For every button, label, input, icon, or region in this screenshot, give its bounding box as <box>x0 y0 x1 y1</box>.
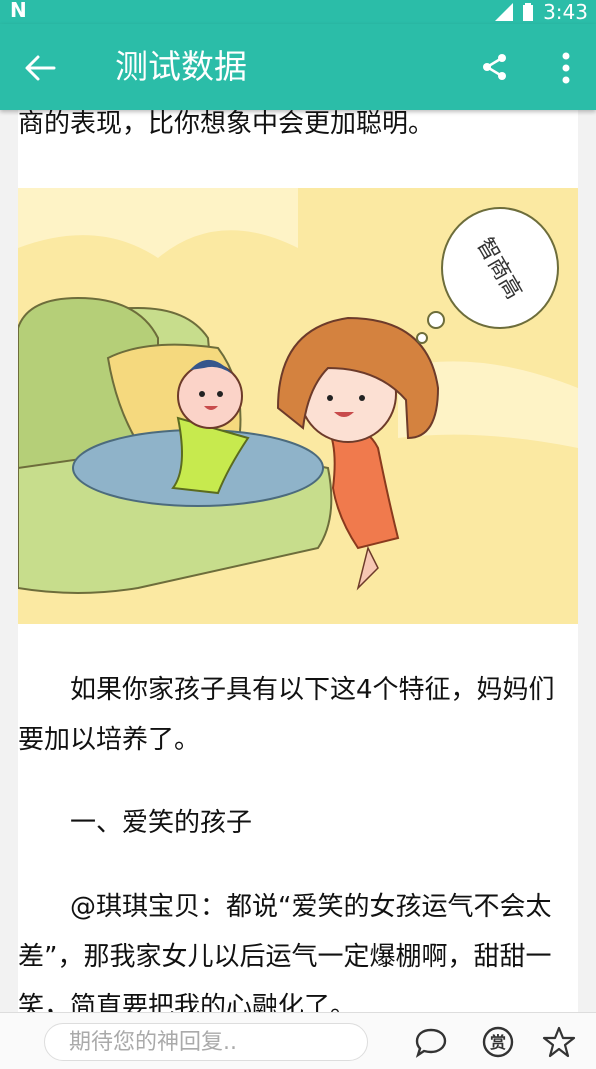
page-title: 测试数据 <box>115 47 247 86</box>
bottom-bar: 期待您的神回复.. 赏 <box>0 1012 596 1069</box>
reply-input[interactable]: 期待您的神回复.. <box>44 1023 368 1061</box>
article-paragraph: 如果你家孩子具有以下这4个特征，妈妈们要加以培养了。 <box>18 675 555 755</box>
article-illustration: 智商高 <box>18 188 578 624</box>
app-bar: 测试数据 <box>0 24 596 110</box>
reward-icon[interactable]: 赏 <box>481 1025 515 1059</box>
clock: 3:43 <box>543 0 588 24</box>
article-paragraph: 商的表现，比你想象中会更加聪明。 <box>18 110 435 139</box>
favorite-star-icon[interactable] <box>542 1025 576 1059</box>
back-arrow-icon[interactable] <box>22 50 58 86</box>
share-icon[interactable] <box>480 52 510 82</box>
article-content[interactable]: 商的表现，比你想象中会更加聪明。 智商高 如果你家孩子具有以下这4个特征，妈妈们… <box>18 110 578 1012</box>
notification-n-icon: N <box>10 0 27 22</box>
article-paragraph: @琪琪宝贝：都说“爱笑的女孩运气不会太差”，那我家女儿以后运气一定爆棚啊，甜甜一… <box>18 892 552 1012</box>
comment-icon[interactable] <box>414 1025 448 1059</box>
status-bar: N 3:43 <box>0 0 596 24</box>
battery-icon <box>523 3 534 21</box>
reward-label: 赏 <box>490 1033 506 1052</box>
article-section-heading: 一、爱笑的孩子 <box>18 808 253 838</box>
signal-icon <box>495 3 514 21</box>
more-options-icon[interactable] <box>556 50 576 86</box>
